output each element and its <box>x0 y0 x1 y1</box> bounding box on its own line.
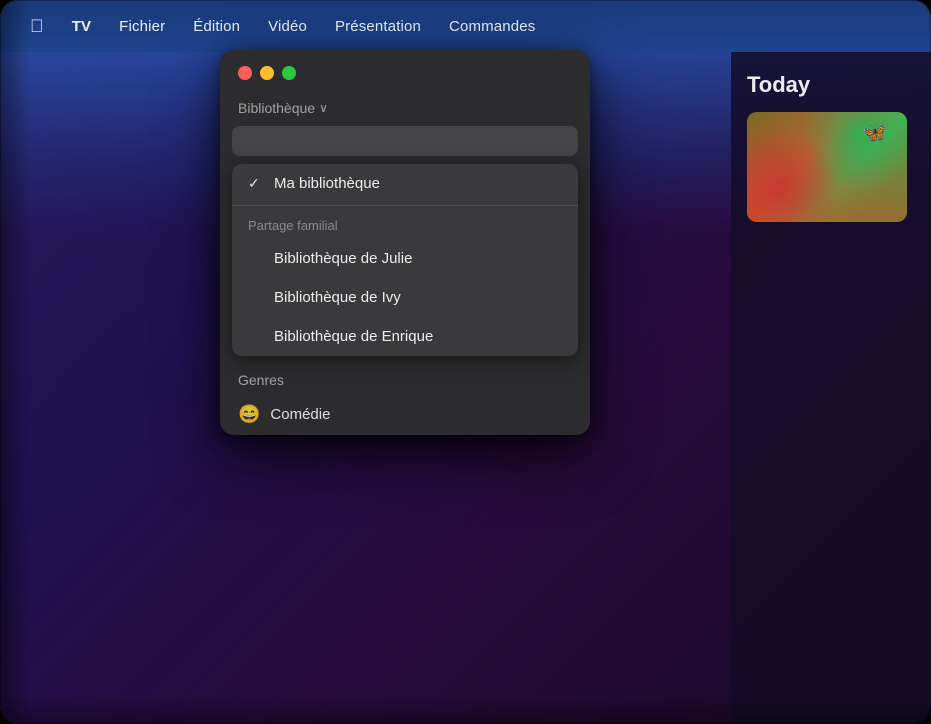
dropdown-item-enrique[interactable]: Bibliothèque de Enrique <box>232 317 578 356</box>
dropdown-item-julie[interactable]: Bibliothèque de Julie <box>232 239 578 278</box>
screen:  TV Fichier Édition Vidéo Présentation … <box>0 0 931 724</box>
menu-fichier[interactable]: Fichier <box>105 12 179 41</box>
library-label: Bibliothèque <box>238 100 315 116</box>
menu-edition[interactable]: Édition <box>179 12 254 41</box>
movie-thumbnail[interactable]: 🦋 <box>747 112 907 222</box>
julie-label: Bibliothèque de Julie <box>274 250 412 267</box>
dropdown-divider <box>232 205 578 206</box>
library-chevron-icon: ∨ <box>319 101 328 115</box>
ivy-label: Bibliothèque de Ivy <box>274 289 401 306</box>
traffic-lights <box>220 50 590 92</box>
menu-tv[interactable]: TV <box>58 12 105 41</box>
genre-comedie[interactable]: 😄 Comédie <box>220 394 590 435</box>
checkmark-icon: ✓ <box>248 175 266 192</box>
dropdown-item-ivy[interactable]: Bibliothèque de Ivy <box>232 278 578 317</box>
today-label: Today <box>747 72 915 98</box>
genres-section-label: Genres <box>220 364 590 394</box>
dropdown-item-ma-bibliotheque[interactable]: ✓ Ma bibliothèque <box>232 164 578 203</box>
butterfly-decoration: 🦋 <box>862 120 887 145</box>
menu-presentation[interactable]: Présentation <box>321 12 435 41</box>
ma-bibliotheque-label: Ma bibliothèque <box>274 175 380 192</box>
comedie-icon: 😄 <box>238 404 260 425</box>
library-header[interactable]: Bibliothèque ∨ <box>220 92 590 122</box>
search-bar[interactable] <box>232 126 578 156</box>
minimize-button[interactable] <box>260 66 274 80</box>
close-button[interactable] <box>238 66 252 80</box>
menu-commandes[interactable]: Commandes <box>435 12 549 41</box>
maximize-button[interactable] <box>282 66 296 80</box>
floating-window: Bibliothèque ∨ ✓ Ma bibliothèque Partage… <box>220 50 590 435</box>
apple-menu[interactable]:  <box>20 10 54 43</box>
dropdown-menu: ✓ Ma bibliothèque Partage familial Bibli… <box>232 164 578 356</box>
menu-bar:  TV Fichier Édition Vidéo Présentation … <box>0 0 931 52</box>
comedie-label: Comédie <box>270 406 330 423</box>
menu-video[interactable]: Vidéo <box>254 12 321 41</box>
right-panel: Today 🦋 <box>731 52 931 724</box>
enrique-label: Bibliothèque de Enrique <box>274 328 433 345</box>
partage-familial-label: Partage familial <box>232 208 578 239</box>
